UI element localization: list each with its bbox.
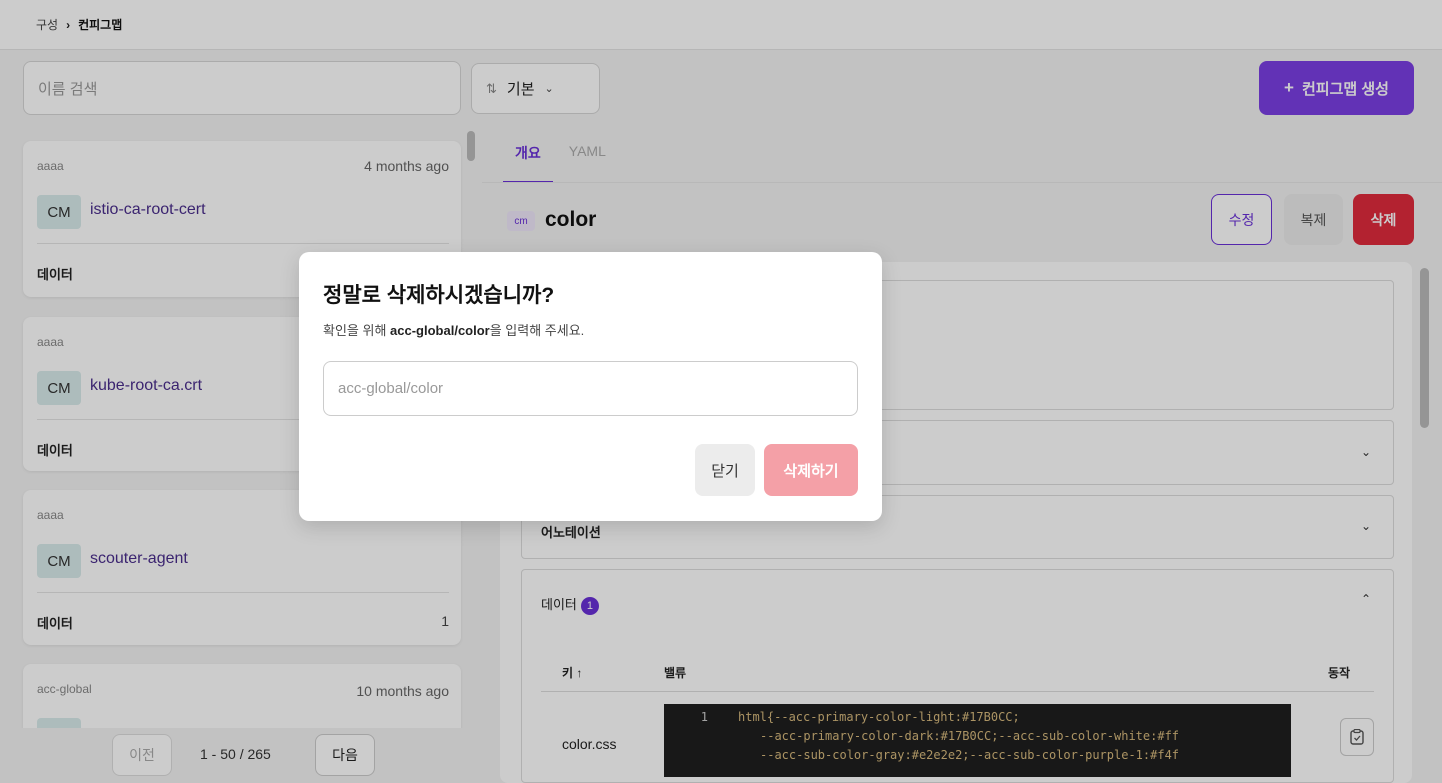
desc-prefix: 확인을 위해 (323, 323, 391, 338)
close-button[interactable]: 닫기 (695, 444, 755, 496)
confirm-delete-button[interactable]: 삭제하기 (764, 444, 858, 496)
desc-suffix: 을 입력해 주세요. (489, 323, 585, 338)
dialog-title: 정말로 삭제하시겠습니까? (323, 284, 555, 307)
desc-target: acc-global/color (390, 323, 490, 338)
delete-confirm-dialog: 정말로 삭제하시겠습니까? 확인을 위해 acc-global/color을 입… (299, 252, 882, 521)
input-placeholder: acc-global/color (338, 380, 444, 397)
confirm-name-input[interactable]: acc-global/color (323, 361, 858, 416)
dialog-description: 확인을 위해 acc-global/color을 입력해 주세요. (323, 320, 584, 339)
